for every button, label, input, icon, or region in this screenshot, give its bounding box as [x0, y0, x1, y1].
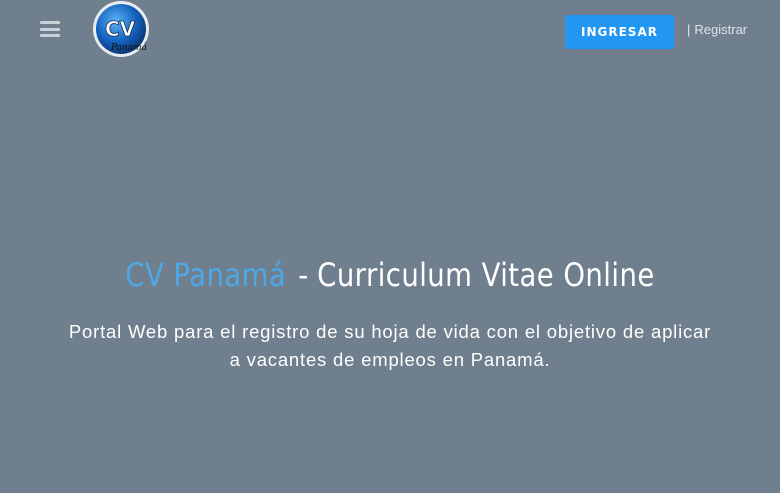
- hero-title: CV Panamá - Curriculum Vitae Online: [55, 256, 726, 294]
- subtitle-line-2: a vacantes de empleos en Panamá.: [229, 349, 551, 370]
- login-button[interactable]: INGRESAR: [565, 15, 674, 49]
- hero-subtitle: Portal Web para el registro de su hoja d…: [40, 318, 740, 374]
- menu-icon[interactable]: [40, 21, 60, 37]
- cv-panama-logo[interactable]: CV Panamá: [91, 0, 151, 58]
- register-link-group: | Registrar: [687, 22, 747, 37]
- separator: |: [687, 22, 691, 37]
- brand-name: CV Panamá: [125, 256, 287, 294]
- title-dash: -: [298, 256, 309, 294]
- subtitle-line-1: Portal Web para el registro de su hoja d…: [68, 321, 712, 342]
- svg-text:Panamá: Panamá: [110, 42, 147, 53]
- svg-text:CV: CV: [105, 17, 136, 41]
- register-link[interactable]: Registrar: [694, 22, 747, 37]
- title-text: Curriculum Vitae Online: [317, 256, 655, 294]
